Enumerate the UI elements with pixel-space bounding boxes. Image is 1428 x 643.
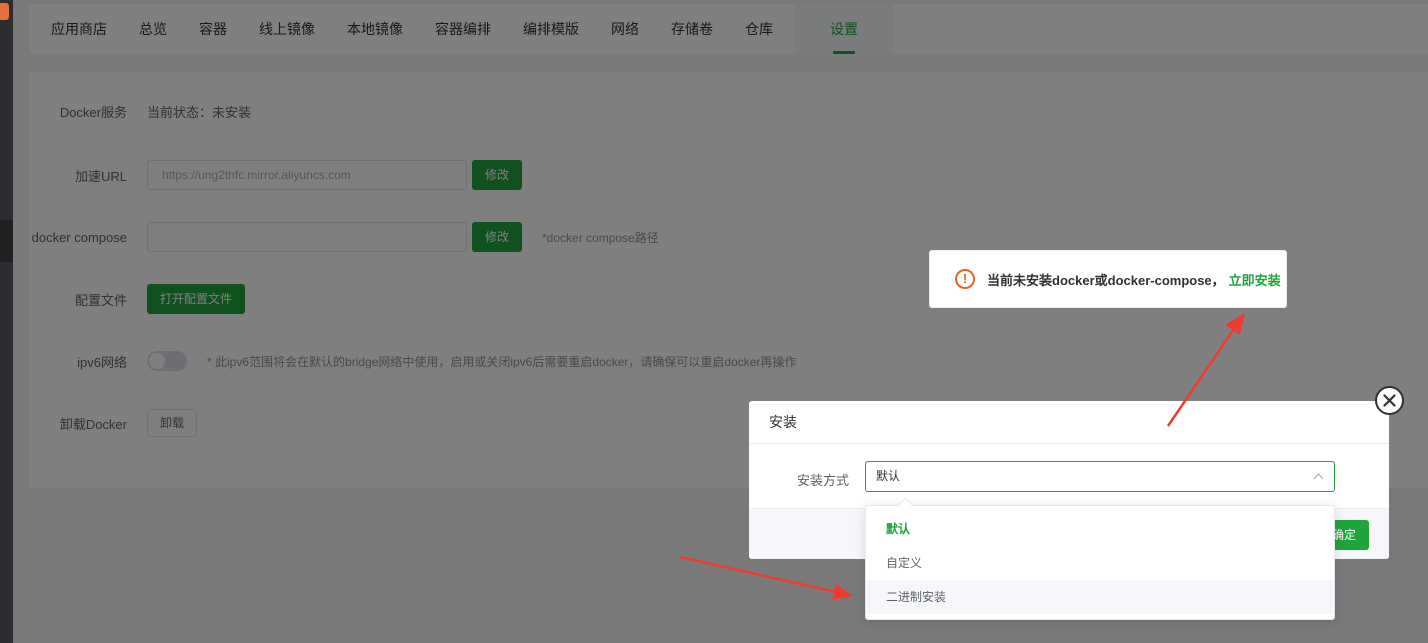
install-method-value: 默认 [876, 469, 901, 483]
close-icon [1383, 394, 1396, 407]
install-now-link[interactable]: 立即安装 [1229, 270, 1281, 289]
install-method-label: 安装方式 [797, 473, 850, 488]
sidebar-active-block [0, 220, 13, 262]
option-custom[interactable]: 自定义 [866, 546, 1334, 580]
sidebar-badge [0, 3, 9, 20]
dialog-title: 安装 [749, 401, 1389, 444]
install-method-select[interactable]: 默认 [865, 461, 1335, 492]
option-binary-install[interactable]: 二进制安装 [866, 580, 1334, 614]
warning-circle-icon: ! [955, 269, 975, 289]
install-method-dropdown: 默认 自定义 二进制安装 [865, 505, 1335, 620]
warning-toast: ! 当前未安装docker或docker-compose， 立即安装 [929, 250, 1287, 308]
app-sidebar-strip [0, 0, 13, 643]
chevron-up-icon [1313, 462, 1324, 503]
dialog-close-button[interactable] [1375, 386, 1404, 415]
dialog-body: 安装方式 默认 [749, 444, 1389, 508]
option-default[interactable]: 默认 [866, 512, 1334, 546]
toast-message: 当前未安装docker或docker-compose， [987, 272, 1225, 288]
